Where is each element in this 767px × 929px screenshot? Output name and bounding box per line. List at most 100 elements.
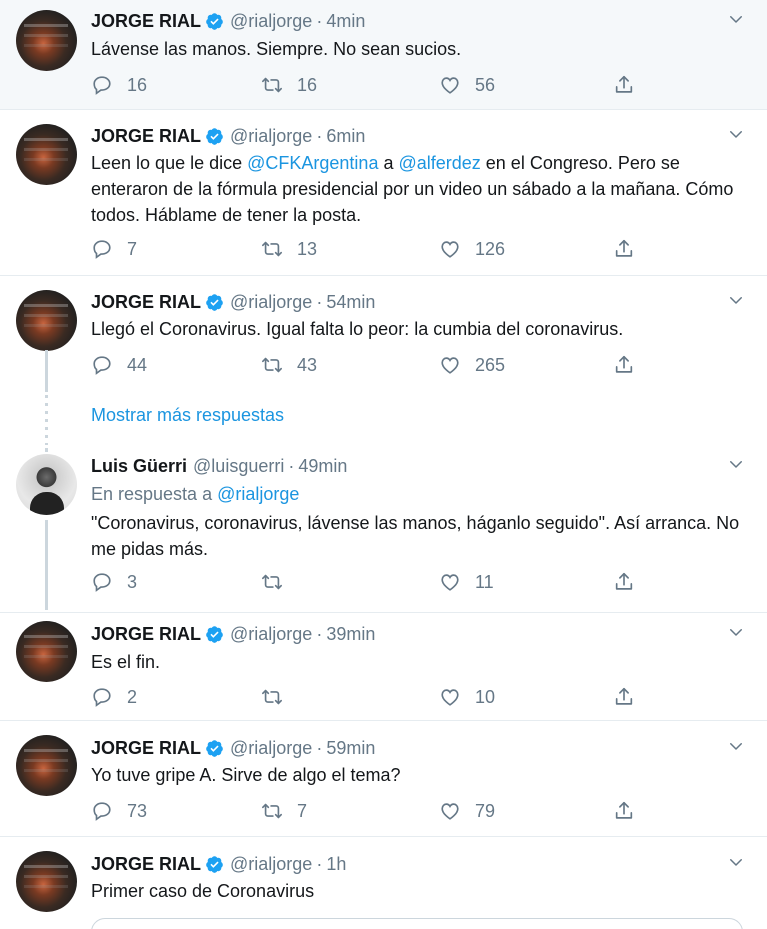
reply-context: En respuesta a @rialjorge	[91, 484, 299, 505]
display-name[interactable]: JORGE RIAL	[91, 126, 201, 147]
heart-icon	[439, 800, 461, 822]
retweet-button[interactable]	[261, 684, 297, 710]
thread-line	[45, 350, 48, 392]
reply-icon	[91, 238, 113, 260]
tweet[interactable]: Luis Güerri @luisguerri · 49min En respu…	[0, 448, 767, 612]
tweet[interactable]: JORGE RIAL @rialjorge · 39min Es el fin.…	[0, 612, 767, 721]
tweet-actions: 7 13 126	[91, 236, 651, 262]
separator-dot: ·	[316, 291, 323, 312]
avatar[interactable]	[16, 735, 77, 796]
share-button[interactable]	[613, 798, 635, 824]
tweet-feed: JORGE RIAL @rialjorge · 4min Lávense las…	[0, 0, 767, 929]
tweet[interactable]: JORGE RIAL @rialjorge · 1h Primer caso d…	[0, 837, 767, 929]
like-button[interactable]: 79	[439, 798, 495, 824]
tweet-text: Es el fin.	[91, 652, 161, 672]
retweet-button[interactable]: 16	[261, 72, 317, 98]
display-name[interactable]: JORGE RIAL	[91, 738, 201, 759]
reply-button[interactable]: 7	[91, 236, 137, 262]
share-button[interactable]	[613, 352, 635, 378]
username[interactable]: @rialjorge	[230, 126, 312, 147]
share-icon	[613, 74, 635, 96]
chevron-down-icon[interactable]	[727, 291, 745, 309]
display-name[interactable]: Luis Güerri	[91, 456, 187, 477]
mention-link[interactable]: @rialjorge	[217, 484, 299, 504]
username[interactable]: @rialjorge	[230, 292, 312, 313]
like-button[interactable]: 56	[439, 72, 495, 98]
like-button[interactable]: 126	[439, 236, 505, 262]
reply-button[interactable]: 16	[91, 72, 147, 98]
timestamp[interactable]: 54min	[326, 292, 375, 313]
retweet-icon	[261, 354, 283, 376]
username[interactable]: @rialjorge	[230, 738, 312, 759]
retweet-button[interactable]: 13	[261, 236, 317, 262]
avatar[interactable]	[16, 454, 77, 515]
tweet-actions: 2 10	[91, 684, 651, 710]
reply-count: 3	[127, 571, 138, 592]
separator-dot: ·	[316, 737, 323, 758]
display-name[interactable]: JORGE RIAL	[91, 624, 201, 645]
display-name[interactable]: JORGE RIAL	[91, 292, 201, 313]
username[interactable]: @luisguerri	[193, 456, 284, 477]
avatar[interactable]	[16, 10, 77, 71]
reply-count: 16	[127, 74, 148, 95]
display-name[interactable]: JORGE RIAL	[91, 854, 201, 875]
mention-link[interactable]: @alferdez	[398, 153, 480, 173]
timestamp[interactable]: 4min	[326, 11, 365, 32]
avatar[interactable]	[16, 621, 77, 682]
reply-button[interactable]: 3	[91, 569, 137, 595]
like-button[interactable]: 11	[439, 569, 494, 595]
retweet-count: 43	[297, 354, 318, 375]
tweet[interactable]: JORGE RIAL @rialjorge · 4min Lávense las…	[0, 0, 767, 110]
share-button[interactable]	[613, 569, 635, 595]
tweet[interactable]: JORGE RIAL @rialjorge · 59min Yo tuve gr…	[0, 721, 767, 837]
retweet-icon	[261, 74, 283, 96]
share-icon	[613, 571, 635, 593]
chevron-down-icon[interactable]	[727, 455, 745, 473]
reply-icon	[91, 74, 113, 96]
chevron-down-icon[interactable]	[727, 737, 745, 755]
separator-dot: ·	[316, 623, 323, 644]
like-button[interactable]: 265	[439, 352, 505, 378]
heart-icon	[439, 686, 461, 708]
share-button[interactable]	[613, 72, 635, 98]
tweet[interactable]: JORGE RIAL @rialjorge · 54min Llegó el C…	[0, 276, 767, 394]
chevron-down-icon[interactable]	[727, 623, 745, 641]
tweet[interactable]: JORGE RIAL @rialjorge · 6min Leen lo que…	[0, 110, 767, 276]
timestamp[interactable]: 39min	[326, 624, 375, 645]
timestamp[interactable]: 59min	[326, 738, 375, 759]
reply-context-label: En respuesta a	[91, 484, 218, 504]
reply-button[interactable]: 2	[91, 684, 137, 710]
username[interactable]: @rialjorge	[230, 854, 312, 875]
chevron-down-icon[interactable]	[727, 125, 745, 143]
timestamp[interactable]: 1h	[326, 854, 346, 875]
share-button[interactable]	[613, 684, 635, 710]
reply-button[interactable]: 44	[91, 352, 147, 378]
share-button[interactable]	[613, 236, 635, 262]
heart-icon	[439, 571, 461, 593]
retweet-count: 13	[297, 238, 318, 259]
like-button[interactable]: 10	[439, 684, 495, 710]
display-name[interactable]: JORGE RIAL	[91, 11, 201, 32]
show-more-replies-link[interactable]: Mostrar más respuestas	[91, 405, 284, 426]
retweet-icon	[261, 800, 283, 822]
mention-link[interactable]: @CFKArgentina	[247, 153, 378, 173]
avatar[interactable]	[16, 124, 77, 185]
reply-button[interactable]: 73	[91, 798, 147, 824]
timestamp[interactable]: 6min	[326, 126, 365, 147]
media-card[interactable]	[91, 918, 743, 929]
avatar[interactable]	[16, 851, 77, 912]
retweet-button[interactable]	[261, 569, 297, 595]
username[interactable]: @rialjorge	[230, 624, 312, 645]
tweet-header: JORGE RIAL @rialjorge · 54min	[91, 289, 375, 315]
retweet-button[interactable]: 7	[261, 798, 307, 824]
username[interactable]: @rialjorge	[230, 11, 312, 32]
chevron-down-icon[interactable]	[727, 10, 745, 28]
thread-line	[45, 520, 48, 610]
avatar[interactable]	[16, 290, 77, 351]
timestamp[interactable]: 49min	[298, 456, 347, 477]
reply-icon	[91, 800, 113, 822]
share-icon	[613, 800, 635, 822]
retweet-button[interactable]: 43	[261, 352, 317, 378]
separator-dot: ·	[316, 853, 323, 874]
chevron-down-icon[interactable]	[727, 853, 745, 871]
